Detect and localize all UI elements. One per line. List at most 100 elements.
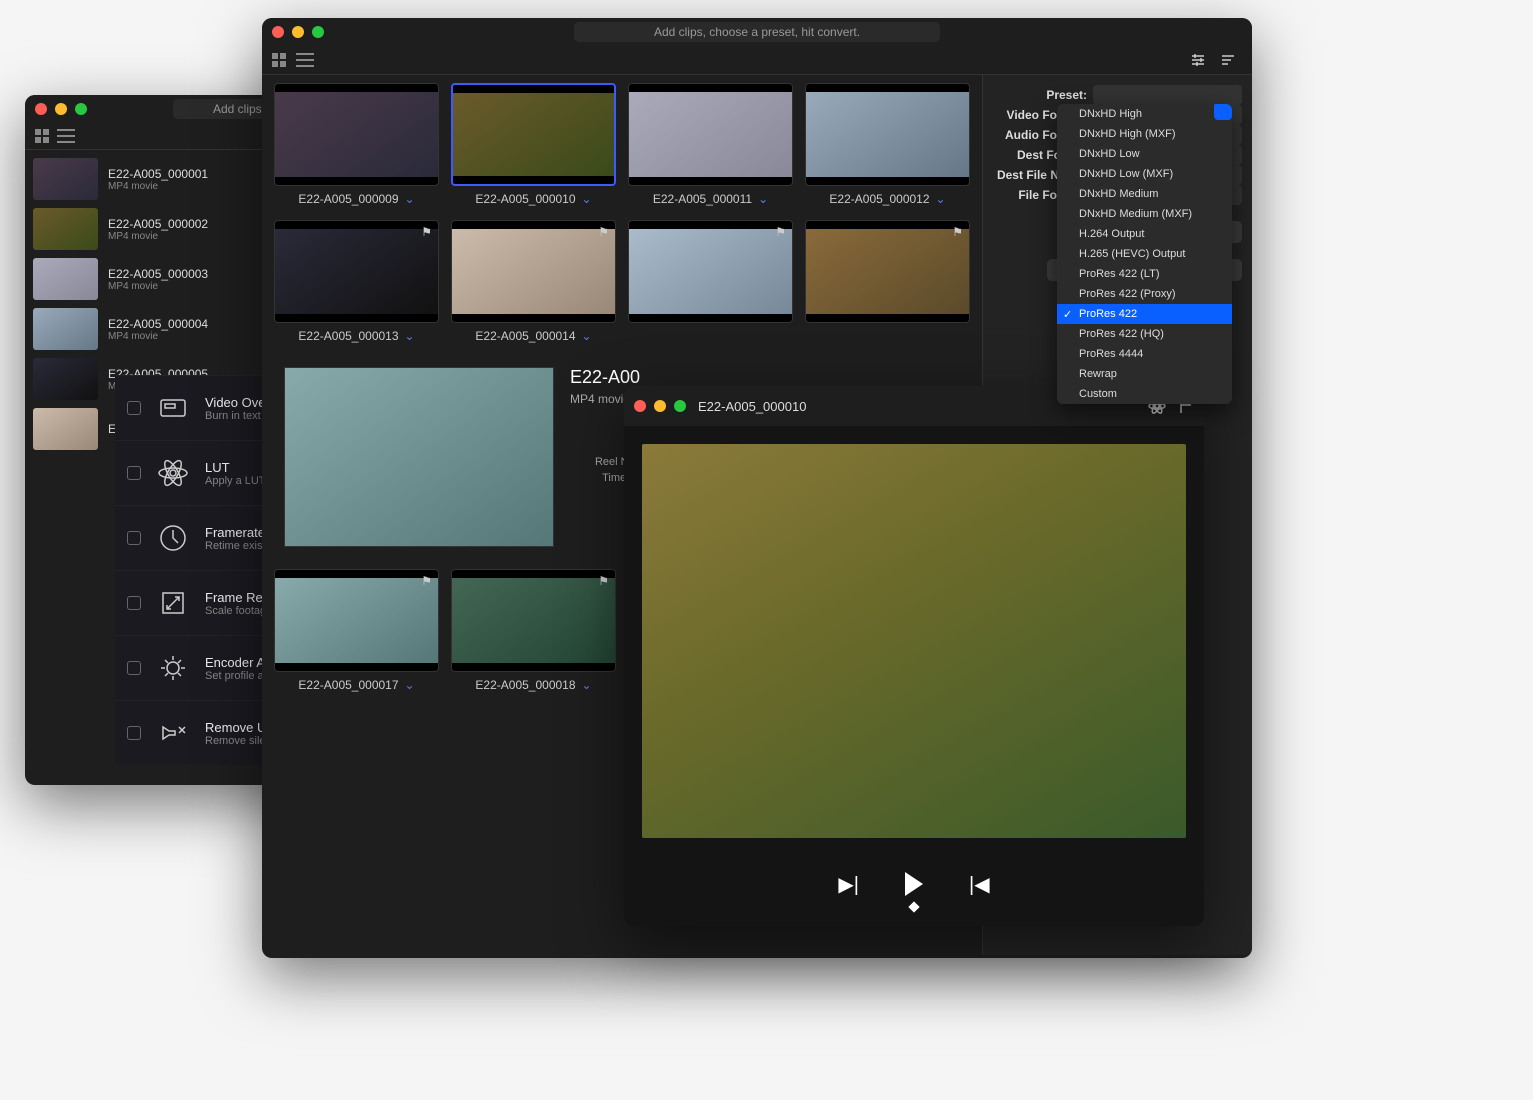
- setting-icon: [155, 585, 191, 621]
- dropdown-option[interactable]: H.265 (HEVC) Output: [1057, 244, 1232, 264]
- clip[interactable]: ⚑ E22-A005_000018⌄: [451, 569, 616, 694]
- preview-image[interactable]: [642, 444, 1186, 838]
- window-title: Add clips, choose a preset, hit convert.: [574, 22, 940, 42]
- form-row: Preset:: [993, 85, 1242, 105]
- minimize-icon[interactable]: [654, 400, 666, 412]
- checkbox[interactable]: [127, 596, 141, 610]
- dropdown-option[interactable]: DNxHD High: [1057, 104, 1232, 124]
- chevron-down-icon[interactable]: ⌄: [582, 678, 592, 692]
- checkbox[interactable]: [127, 401, 141, 415]
- clip-thumbnail[interactable]: [805, 83, 970, 186]
- setting-icon: [155, 455, 191, 491]
- preview-window: E22-A005_000010 ▶| |◀: [624, 386, 1204, 926]
- titlebar[interactable]: Add clips, choose a preset, hit convert.: [262, 18, 1252, 46]
- clip-thumbnail[interactable]: [451, 83, 616, 186]
- clip[interactable]: E22-A005_000010 ⌄: [451, 83, 616, 208]
- dropdown-option[interactable]: ProRes 422 (HQ): [1057, 324, 1232, 344]
- sliders-icon[interactable]: [1190, 52, 1206, 68]
- checkbox[interactable]: [127, 466, 141, 480]
- close-icon[interactable]: [272, 26, 284, 38]
- clip-thumbnail[interactable]: ⚑: [805, 220, 970, 323]
- minimize-icon[interactable]: [55, 103, 67, 115]
- checkbox[interactable]: [127, 661, 141, 675]
- clip-format: MP4 movie: [108, 331, 208, 342]
- clip[interactable]: ⚑ E22-A005_000013⌄: [274, 220, 439, 345]
- dropdown-option[interactable]: ProRes 422: [1057, 304, 1232, 324]
- dropdown-option[interactable]: ProRes 4444: [1057, 344, 1232, 364]
- detail-thumbnail[interactable]: [284, 367, 554, 547]
- dropdown-option[interactable]: DNxHD Low: [1057, 144, 1232, 164]
- next-frame-icon[interactable]: ▶|: [838, 872, 859, 897]
- list-view-icon[interactable]: [57, 129, 75, 143]
- clip-name: E22-A005_000010: [475, 192, 575, 206]
- flag-icon[interactable]: ⚑: [775, 225, 786, 239]
- dropdown-option[interactable]: DNxHD Medium: [1057, 184, 1232, 204]
- chevron-down-icon[interactable]: ⌄: [758, 192, 768, 206]
- chevron-down-icon[interactable]: ⌄: [582, 192, 592, 206]
- thumbnail: [33, 158, 98, 200]
- dropdown-option[interactable]: DNxHD Low (MXF): [1057, 164, 1232, 184]
- chevron-down-icon[interactable]: ⌄: [936, 192, 946, 206]
- fullscreen-icon[interactable]: [674, 400, 686, 412]
- chevron-down-icon[interactable]: ⌄: [405, 678, 415, 692]
- preview-title: E22-A005_000010: [698, 399, 806, 414]
- fullscreen-icon[interactable]: [75, 103, 87, 115]
- flag-icon[interactable]: ⚑: [598, 574, 609, 588]
- clip-name: E22-A005_000001: [108, 167, 208, 181]
- clip-name: E22-A005_000009: [298, 192, 398, 206]
- clip-thumbnail[interactable]: ⚑: [274, 220, 439, 323]
- thumbnail: [33, 208, 98, 250]
- thumbnail: [33, 308, 98, 350]
- close-icon[interactable]: [634, 400, 646, 412]
- flag-icon[interactable]: ⚑: [952, 225, 963, 239]
- checkbox[interactable]: [127, 531, 141, 545]
- keyframe-icon[interactable]: [908, 901, 919, 912]
- clip-format: MP4 movie: [108, 231, 208, 242]
- clip-name: E22-A005_000014: [475, 329, 575, 343]
- checkbox[interactable]: [127, 726, 141, 740]
- grid-view-icon[interactable]: [35, 129, 49, 143]
- play-icon[interactable]: [905, 872, 923, 896]
- chevron-down-icon[interactable]: ⌄: [405, 329, 415, 343]
- fullscreen-icon[interactable]: [312, 26, 324, 38]
- chevron-down-icon[interactable]: ⌄: [405, 192, 415, 206]
- clip-thumbnail[interactable]: [628, 83, 793, 186]
- flag-icon[interactable]: ⚑: [421, 574, 432, 588]
- close-icon[interactable]: [35, 103, 47, 115]
- clip-name: E22-A005_000004: [108, 317, 208, 331]
- form-field[interactable]: [1093, 85, 1242, 105]
- dropdown-option[interactable]: Custom: [1057, 384, 1232, 404]
- clip[interactable]: ⚑ E22-A005_000017 ⌄: [274, 569, 439, 694]
- thumbnail: [33, 408, 98, 450]
- clip[interactable]: E22-A005_000011⌄: [628, 83, 793, 208]
- dropdown-option[interactable]: H.264 Output: [1057, 224, 1232, 244]
- clip-name: E22-A005_000012: [829, 192, 929, 206]
- clip[interactable]: ⚑ E22-A005_000014 ⌄: [451, 220, 616, 345]
- flag-icon[interactable]: ⚑: [598, 225, 609, 239]
- flag-icon[interactable]: ⚑: [421, 225, 432, 239]
- clip-thumbnail[interactable]: ⚑: [274, 569, 439, 672]
- dropdown-option[interactable]: ProRes 422 (LT): [1057, 264, 1232, 284]
- form-label: Preset:: [993, 88, 1093, 102]
- setting-icon: [155, 715, 191, 751]
- thumbnail: [33, 358, 98, 400]
- setting-icon: [155, 650, 191, 686]
- clip-thumbnail[interactable]: ⚑: [628, 220, 793, 323]
- dropdown-option[interactable]: DNxHD Medium (MXF): [1057, 204, 1232, 224]
- clip-thumbnail[interactable]: [274, 83, 439, 186]
- preset-dropdown[interactable]: DNxHD HighDNxHD High (MXF)DNxHD LowDNxHD…: [1057, 104, 1232, 404]
- dropdown-option[interactable]: Rewrap: [1057, 364, 1232, 384]
- grid-view-icon[interactable]: [272, 53, 286, 67]
- clip[interactable]: E22-A005_000012 ⌄: [805, 83, 970, 208]
- minimize-icon[interactable]: [292, 26, 304, 38]
- dropdown-option[interactable]: DNxHD High (MXF): [1057, 124, 1232, 144]
- dropdown-option[interactable]: ProRes 422 (Proxy): [1057, 284, 1232, 304]
- sort-icon[interactable]: [1220, 52, 1236, 68]
- clip-name: E22-A005_000017: [298, 678, 398, 692]
- clip[interactable]: E22-A005_000009 ⌄: [274, 83, 439, 208]
- list-view-icon[interactable]: [296, 53, 314, 67]
- clip-thumbnail[interactable]: ⚑: [451, 220, 616, 323]
- chevron-down-icon[interactable]: ⌄: [582, 329, 592, 343]
- clip-thumbnail[interactable]: ⚑: [451, 569, 616, 672]
- prev-frame-icon[interactable]: |◀: [969, 872, 990, 897]
